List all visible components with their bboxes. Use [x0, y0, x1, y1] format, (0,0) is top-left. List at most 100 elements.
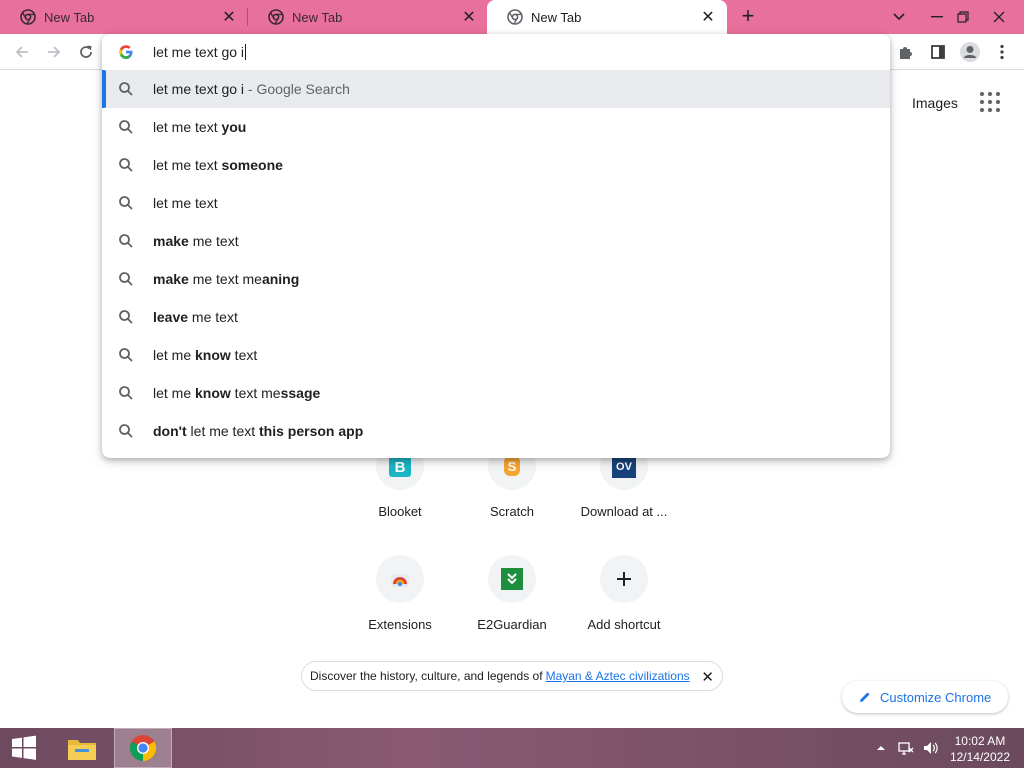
shortcut-e2guardian[interactable]: E2Guardian [456, 555, 568, 632]
text-caret [245, 44, 247, 60]
tab-close-icon[interactable]: ✕ [460, 7, 478, 27]
omnibox-suggestion[interactable]: let me text you [102, 108, 890, 146]
chrome-favicon-icon [507, 9, 523, 25]
plus-icon [600, 555, 648, 603]
file-explorer-icon[interactable] [58, 728, 106, 768]
suggestion-text: leave me text [153, 309, 238, 325]
search-icon [119, 348, 133, 362]
shortcut-label: Download at ... [580, 504, 668, 519]
search-icon [119, 310, 133, 324]
search-icon [119, 196, 133, 210]
reload-icon[interactable] [74, 40, 98, 64]
restore-button[interactable] [946, 0, 980, 34]
shortcut-label: Blooket [378, 504, 422, 519]
discover-close-icon[interactable]: ✕ [701, 668, 714, 686]
suggestion-text-part: make [153, 271, 189, 287]
tab-3-active[interactable]: New Tab ✕ [487, 0, 727, 34]
forward-arrow-icon[interactable] [42, 40, 66, 64]
new-tab-button[interactable]: + [736, 5, 760, 29]
tray-up-arrow-icon[interactable] [876, 728, 886, 768]
suggestion-hint: - Google Search [244, 81, 350, 97]
suggestion-text: let me text you [153, 119, 246, 135]
suggestion-text-part: let me text [153, 119, 222, 135]
shortcut-extensions[interactable]: Extensions [344, 555, 456, 632]
tab-title: New Tab [531, 9, 582, 25]
omnibox-suggestion[interactable]: let me text [102, 184, 890, 222]
back-arrow-icon[interactable] [10, 40, 34, 64]
svg-text:OV: OV [616, 461, 633, 473]
suggestion-text-part: let me text [153, 157, 222, 173]
omnibox-suggestion[interactable]: leave me text [102, 298, 890, 336]
shortcut-label: Scratch [489, 504, 535, 519]
address-bar-input[interactable]: let me text go i [102, 34, 890, 70]
suggestion-text-part: don't [153, 423, 187, 439]
tab-1[interactable]: New Tab ✕ [0, 0, 248, 34]
omnibox-suggestion[interactable]: let me know text [102, 336, 890, 374]
suggestion-text: let me text someone [153, 157, 283, 173]
search-icon [119, 386, 133, 400]
suggestion-text-part: text me [230, 385, 281, 401]
google-g-icon [119, 45, 133, 59]
suggestion-text-part: know [195, 385, 231, 401]
pencil-icon [860, 692, 870, 702]
suggestion-text: let me text go i - Google Search [153, 81, 350, 97]
suggestion-text-part: let me text [153, 195, 218, 211]
system-clock[interactable]: 10:02 AM 12/14/2022 [950, 733, 1010, 765]
tab-2[interactable]: New Tab ✕ [248, 0, 488, 34]
suggestion-text-part: let me [153, 347, 196, 363]
suggestion-text-part: text [230, 347, 258, 363]
close-window-button[interactable] [982, 0, 1016, 34]
suggestion-text: let me know text message [153, 385, 320, 401]
discover-chip: Discover the history, culture, and legen… [301, 661, 723, 691]
chrome-favicon-icon [20, 9, 36, 25]
suggestion-text: make me text [153, 233, 239, 249]
volume-icon[interactable] [922, 728, 938, 768]
windows-start-icon[interactable] [0, 728, 48, 768]
suggestion-text-part: me text [188, 233, 239, 249]
menu-kebab-icon[interactable] [990, 40, 1014, 64]
customize-chrome-button[interactable]: Customize Chrome [842, 681, 1008, 713]
chrome-taskbar-icon[interactable] [114, 728, 172, 768]
suggestion-text-part: someone [221, 157, 283, 173]
clock-time: 10:02 AM [954, 734, 1006, 748]
suggestion-text: don't let me text this person app [153, 423, 363, 439]
tab-close-icon[interactable]: ✕ [220, 7, 238, 27]
suggestion-text: make me text meaning [153, 271, 299, 287]
omnibox-suggestion[interactable]: let me text someone [102, 146, 890, 184]
omnibox-suggestion[interactable]: let me know text message [102, 374, 890, 412]
omnibox-suggestion[interactable]: make me text [102, 222, 890, 260]
svg-text:S: S [508, 459, 517, 474]
e2guardian-icon [488, 555, 536, 603]
windows-taskbar: 10:02 AM 12/14/2022 [0, 728, 1024, 768]
chrome-favicon-icon [268, 9, 284, 25]
network-icon[interactable] [898, 728, 914, 768]
discover-text: Discover the history, culture, and legen… [310, 669, 543, 683]
suggestion-text-part: let me text go i [153, 81, 245, 97]
profile-avatar-icon[interactable] [958, 40, 982, 64]
suggestion-text-part: aning [261, 271, 300, 287]
omnibox-dropdown: let me text go i let me text go i - Goog… [102, 34, 890, 458]
tab-close-icon[interactable]: ✕ [699, 7, 717, 27]
shortcut-label: Extensions [368, 617, 432, 632]
tab-search-chevron-icon[interactable] [882, 0, 916, 34]
google-apps-grid-icon[interactable] [980, 92, 1000, 112]
tab-title: New Tab [44, 9, 95, 25]
extensions-puzzle-icon[interactable] [894, 40, 918, 64]
omnibox-suggestion[interactable]: don't let me text this person app [102, 412, 890, 450]
images-link[interactable]: Images [912, 95, 958, 111]
omnibox-suggestion[interactable]: let me text go i - Google Search [102, 70, 890, 108]
svg-text:B: B [395, 459, 406, 476]
search-icon [119, 424, 133, 438]
suggestion-text-part: me text [188, 309, 238, 325]
search-icon [119, 234, 133, 248]
search-icon [119, 272, 133, 286]
suggestion-text-part: let me [153, 385, 196, 401]
discover-link[interactable]: Mayan & Aztec civilizations [546, 669, 690, 683]
side-panel-icon[interactable] [926, 40, 950, 64]
shortcut-add[interactable]: Add shortcut [568, 555, 680, 632]
tab-title: New Tab [292, 9, 343, 25]
shortcut-label: Add shortcut [587, 617, 661, 632]
address-bar-text: let me text go i [153, 44, 245, 60]
tab-strip: New Tab ✕ New Tab ✕ New Tab ✕ + [0, 0, 1024, 34]
omnibox-suggestion[interactable]: make me text meaning [102, 260, 890, 298]
